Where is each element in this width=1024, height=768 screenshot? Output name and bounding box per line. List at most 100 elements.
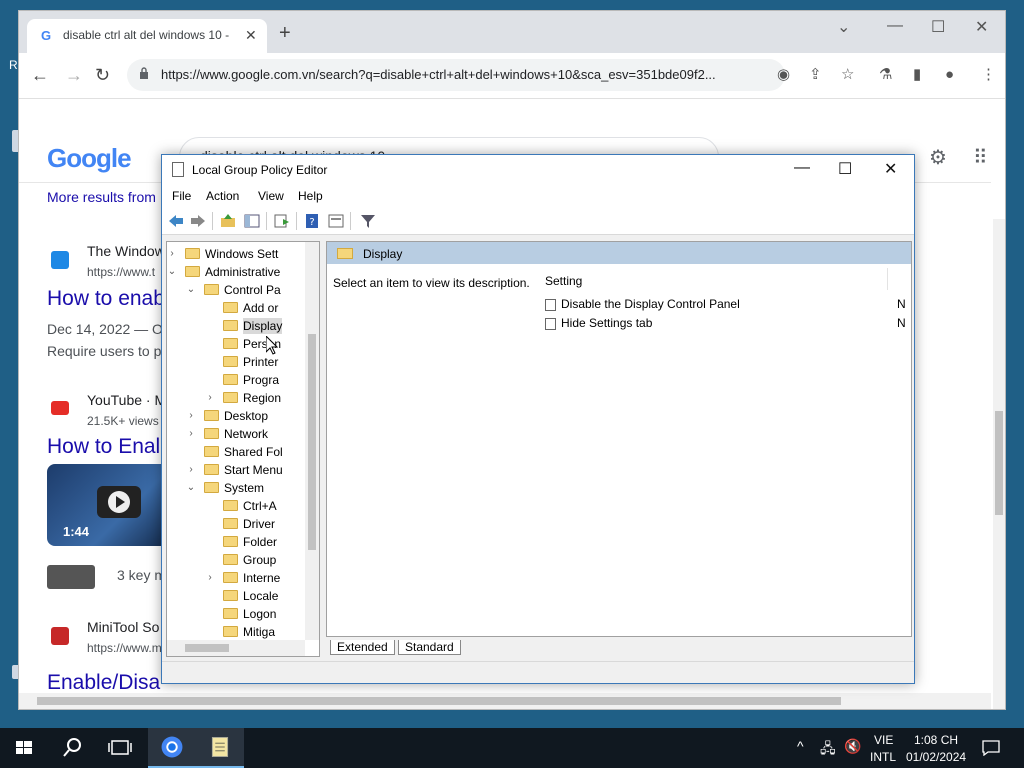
more-results-link[interactable]: More results from	[47, 189, 156, 205]
bookmark-star-icon[interactable]: ☆	[841, 67, 854, 83]
tree-node[interactable]: › Desktop	[167, 407, 305, 425]
apps-grid-icon[interactable]: ⠿	[973, 145, 988, 170]
browser-tab[interactable]: G disable ctrl alt del windows 10 - ✕	[27, 19, 267, 53]
show-hide-tree-icon[interactable]	[244, 213, 260, 229]
collapsed-chevron-icon[interactable]: ›	[186, 425, 196, 443]
properties-icon[interactable]	[328, 213, 344, 229]
windows-start-icon[interactable]	[0, 728, 48, 768]
tab-extended[interactable]: Extended	[330, 640, 395, 655]
chrome-taskbar-icon[interactable]	[148, 728, 196, 768]
menu-help[interactable]: Help	[298, 189, 323, 203]
expanded-chevron-icon[interactable]: ⌄	[186, 479, 196, 497]
maximize-icon[interactable]: ☐	[838, 159, 852, 179]
collapsed-chevron-icon[interactable]: ›	[186, 461, 196, 479]
filter-icon[interactable]	[360, 213, 376, 229]
tree-node[interactable]: › Interne	[167, 569, 305, 587]
minimize-icon[interactable]: —	[887, 17, 903, 35]
reload-icon[interactable]: ↻	[95, 65, 110, 85]
volume-muted-icon[interactable]: 🔇	[844, 738, 861, 755]
column-divider[interactable]	[887, 268, 888, 290]
tree-node[interactable]: ⌄ Control Pa	[167, 281, 305, 299]
help-icon[interactable]: ?	[304, 213, 320, 229]
menu-view[interactable]: View	[258, 189, 284, 203]
scroll-thumb[interactable]	[37, 697, 841, 705]
video-thumbnail[interactable]: 1:44	[47, 464, 177, 546]
clock-date[interactable]: 01/02/2024	[906, 750, 966, 764]
collapsed-chevron-icon[interactable]: ›	[205, 389, 215, 407]
search-icon[interactable]	[48, 728, 96, 768]
address-bar[interactable]: https://www.google.com.vn/search?q=disab…	[127, 59, 785, 91]
tree-node[interactable]: Driver	[167, 515, 305, 533]
page-vertical-scrollbar[interactable]	[993, 219, 1005, 709]
new-tab-icon[interactable]: +	[279, 23, 291, 43]
tree-node[interactable]: Mitiga	[167, 623, 305, 641]
result-title-link[interactable]: How to enab	[47, 287, 165, 311]
key-moments-thumbnail[interactable]	[47, 565, 95, 589]
result-title-link[interactable]: Enable/Disa	[47, 671, 160, 695]
gpedit-taskbar-icon[interactable]	[196, 728, 244, 768]
scroll-thumb[interactable]	[995, 411, 1003, 515]
tree-node[interactable]: Group	[167, 551, 305, 569]
up-folder-icon[interactable]	[220, 213, 236, 229]
tree-horizontal-scrollbar[interactable]	[167, 640, 305, 656]
back-icon[interactable]: ←	[31, 65, 49, 85]
tab-standard[interactable]: Standard	[398, 640, 461, 655]
key-moments-label[interactable]: 3 key m	[117, 567, 166, 583]
tree-node[interactable]: Locale	[167, 587, 305, 605]
forward-arrow-icon[interactable]	[190, 213, 206, 229]
labs-flask-icon[interactable]: ⚗	[879, 67, 892, 83]
close-icon[interactable]: ✕	[884, 159, 897, 179]
tree-node[interactable]: › Network	[167, 425, 305, 443]
more-menu-icon[interactable]: ⋮	[981, 67, 996, 83]
back-arrow-icon[interactable]	[168, 213, 184, 229]
policy-tree[interactable]: › Windows Sett ⌄ Administrative ⌄ Control Pa A…	[166, 241, 320, 657]
tree-node[interactable]: Progra	[167, 371, 305, 389]
maximize-icon[interactable]: ☐	[931, 17, 945, 37]
tree-node[interactable]: ⌄ System	[167, 479, 305, 497]
scroll-thumb[interactable]	[308, 334, 316, 550]
profile-avatar-icon[interactable]: ●	[945, 67, 954, 83]
collapsed-chevron-icon[interactable]: ›	[167, 245, 177, 263]
column-header-setting[interactable]: Setting	[545, 274, 582, 288]
result-title-link[interactable]: How to Enal	[47, 435, 160, 459]
expanded-chevron-icon[interactable]: ⌄	[167, 263, 177, 281]
clock-time[interactable]: 1:08 CH	[914, 733, 958, 747]
tree-node[interactable]: Printer	[167, 353, 305, 371]
tree-node[interactable]: › Start Menu	[167, 461, 305, 479]
menu-file[interactable]: File	[172, 189, 191, 203]
minimize-icon[interactable]: —	[794, 159, 810, 177]
share-icon[interactable]: ⇪	[809, 67, 822, 83]
eye-off-icon[interactable]: ◉	[777, 67, 790, 83]
tree-node[interactable]: › Region	[167, 389, 305, 407]
google-logo[interactable]: Google	[47, 143, 132, 174]
desktop-icon-label[interactable]: R	[9, 58, 18, 72]
tree-node[interactable]: Shared Fol	[167, 443, 305, 461]
tree-node[interactable]: Person	[167, 335, 305, 353]
forward-icon[interactable]: →	[65, 65, 83, 85]
collapsed-chevron-icon[interactable]: ›	[186, 407, 196, 425]
notifications-icon[interactable]	[982, 740, 1000, 756]
show-hidden-icons-icon[interactable]: ^	[797, 738, 804, 754]
tree-node[interactable]: ⌄ Administrative	[167, 263, 305, 281]
menu-action[interactable]: Action	[206, 189, 239, 203]
tree-node[interactable]: Add or	[167, 299, 305, 317]
language-top[interactable]: VIE	[874, 733, 893, 747]
tab-search-icon[interactable]: ⌄	[837, 17, 850, 37]
tree-node[interactable]: Display	[167, 317, 305, 335]
language-bottom[interactable]: INTL	[870, 750, 896, 764]
tree-node[interactable]: Folder	[167, 533, 305, 551]
side-panel-icon[interactable]: ▮	[913, 67, 921, 83]
title-bar[interactable]: Local Group Policy Editor — ☐ ✕	[162, 155, 914, 185]
collapsed-chevron-icon[interactable]: ›	[205, 569, 215, 587]
tree-vertical-scrollbar[interactable]	[305, 242, 319, 640]
tree-node[interactable]: Logon	[167, 605, 305, 623]
close-tab-icon[interactable]: ✕	[245, 27, 257, 44]
export-list-icon[interactable]	[274, 213, 290, 229]
expanded-chevron-icon[interactable]: ⌄	[186, 281, 196, 299]
network-icon[interactable]: 🖧	[820, 738, 836, 762]
scroll-thumb[interactable]	[185, 644, 229, 652]
page-horizontal-scrollbar[interactable]	[19, 693, 991, 709]
close-window-icon[interactable]: ✕	[975, 17, 988, 37]
tree-node[interactable]: Ctrl+A	[167, 497, 305, 515]
settings-gear-icon[interactable]: ⚙	[929, 145, 947, 170]
